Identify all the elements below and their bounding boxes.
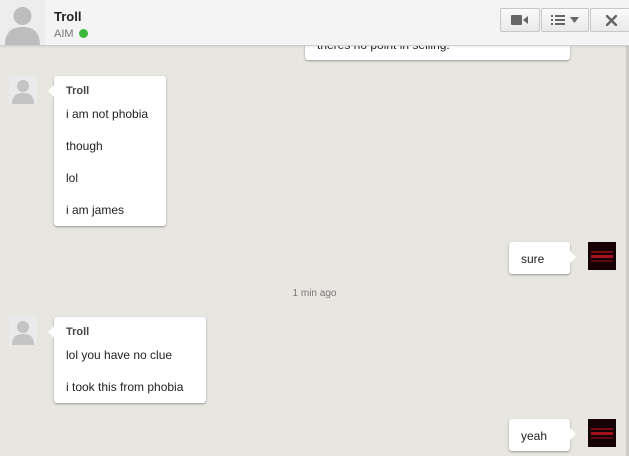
contact-avatar[interactable] xyxy=(0,0,45,45)
sender-avatar[interactable] xyxy=(9,317,37,345)
video-camera-icon xyxy=(511,15,528,25)
message-text: lol you have no clue xyxy=(66,348,173,362)
chat-header: Troll AIM xyxy=(0,0,629,46)
sender-avatar[interactable] xyxy=(9,76,37,104)
message-bubble-outgoing: sure xyxy=(509,242,576,274)
status-label: AIM xyxy=(54,28,74,40)
close-icon xyxy=(605,14,617,26)
video-call-button[interactable] xyxy=(500,8,540,32)
list-icon xyxy=(551,15,565,25)
sender-name: Troll xyxy=(66,85,90,97)
my-avatar[interactable] xyxy=(588,242,616,270)
message-text: i took this from phobia xyxy=(66,380,184,394)
message-text: though xyxy=(66,139,103,153)
message-text: i am james xyxy=(66,203,125,217)
message-text: sure xyxy=(521,252,545,266)
my-avatar[interactable] xyxy=(588,419,616,447)
contact-name: Troll xyxy=(54,9,82,24)
timestamp: 1 min ago xyxy=(292,288,337,299)
message-bubble-incoming: Troll lol you have no clue i took this f… xyxy=(48,317,206,403)
message-bubble-outgoing: yeah xyxy=(509,419,576,451)
message-text: i am not phobia xyxy=(66,107,149,121)
message-bubble-incoming: Troll i am not phobia though lol i am ja… xyxy=(48,76,166,226)
sender-name: Troll xyxy=(66,326,90,338)
message-text: lol xyxy=(66,171,79,185)
message-text: yeah xyxy=(521,429,548,443)
options-menu-button[interactable] xyxy=(541,8,589,32)
contact-status: AIM xyxy=(54,28,88,40)
close-button[interactable] xyxy=(590,8,629,32)
online-status-icon xyxy=(78,29,88,38)
chevron-down-icon xyxy=(570,17,579,23)
